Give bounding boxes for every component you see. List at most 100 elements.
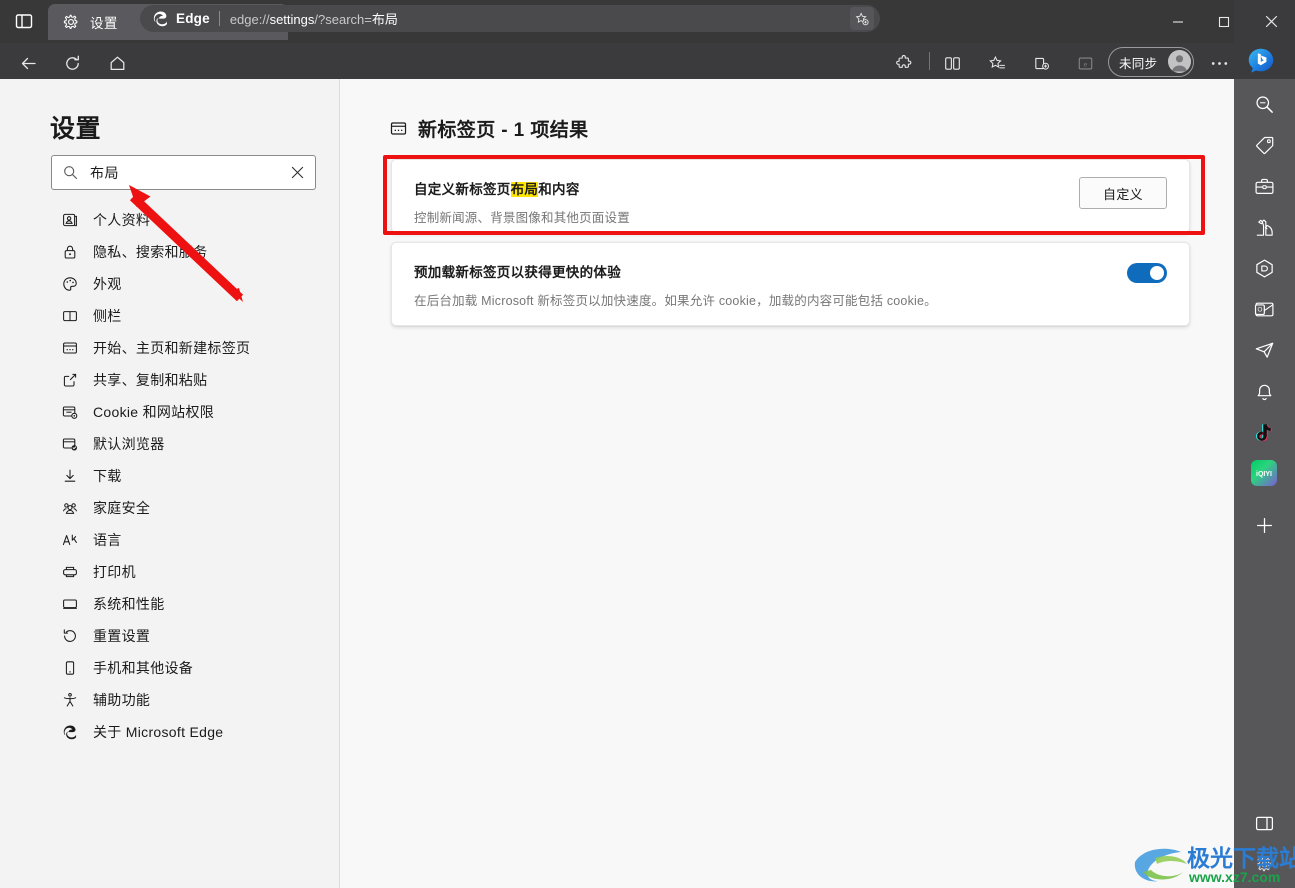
sidebar-item-about-edge[interactable]: 关于 Microsoft Edge xyxy=(51,716,331,748)
extensions-icon[interactable] xyxy=(888,47,920,79)
search-input-value: 布局 xyxy=(90,164,119,181)
sidebar-item-label: 打印机 xyxy=(93,564,136,580)
sidebar-item-label: 外观 xyxy=(93,276,122,292)
settings-nav-list: 个人资料 隐私、搜索和服务 外观 侧栏 开始、主页和新建标签页 共享、复制和粘贴… xyxy=(51,204,331,748)
settings-content-pane: 新标签页 - 1 项结果 自定义新标签页布局和内容 控制新闻源、背景图像和其他页… xyxy=(340,79,1234,888)
row-title-after: 和内容 xyxy=(538,182,580,197)
tools-icon[interactable] xyxy=(1248,170,1280,202)
toolbar-divider xyxy=(929,52,930,70)
sidebar-item-label: 手机和其他设备 xyxy=(93,660,194,676)
sidebar-item-label: Cookie 和网站权限 xyxy=(93,404,215,420)
profile-label: 未同步 xyxy=(1119,56,1158,71)
sidebar-item-label: 辅助功能 xyxy=(93,692,151,708)
sidebar-item-label: 重置设置 xyxy=(93,628,151,644)
sidebar-item-family-safety[interactable]: 家庭安全 xyxy=(51,492,331,524)
tiktok-icon[interactable] xyxy=(1248,416,1280,448)
row-title-before: 自定义新标签页 xyxy=(414,182,511,197)
sidebar-item-appearance[interactable]: 外观 xyxy=(51,268,331,300)
search-icon xyxy=(63,165,78,180)
table-row: 预加载新标签页以获得更快的体验 在后台加载 Microsoft 新标签页以加快速… xyxy=(392,243,1189,328)
profile-button[interactable]: 未同步 xyxy=(1108,47,1194,77)
toggle-knob xyxy=(1150,266,1164,280)
split-screen-icon[interactable] xyxy=(936,47,968,79)
family-icon xyxy=(61,499,79,517)
sidebar-item-start-home-newtab[interactable]: 开始、主页和新建标签页 xyxy=(51,332,331,364)
minimize-button[interactable] xyxy=(1155,0,1201,43)
sidebar-item-accessibility[interactable]: 辅助功能 xyxy=(51,684,331,716)
url-prefix: edge:// xyxy=(229,12,270,27)
tab-title: 设置 xyxy=(90,16,118,31)
sidebar-item-printers[interactable]: 打印机 xyxy=(51,556,331,588)
collections-icon[interactable] xyxy=(1025,47,1057,79)
drop-icon[interactable] xyxy=(1248,252,1280,284)
svg-text:e: e xyxy=(1083,59,1087,68)
iqiyi-icon[interactable]: iQIYI xyxy=(1248,457,1280,489)
iqiyi-logo: iQIYI xyxy=(1251,460,1277,486)
content-header: 新标签页 - 1 项结果 xyxy=(390,115,589,142)
sidebar-item-sidebar[interactable]: 侧栏 xyxy=(51,300,331,332)
page-title: 设置 xyxy=(50,115,102,143)
clear-icon[interactable] xyxy=(286,161,308,183)
accessibility-icon xyxy=(61,691,79,709)
phone-icon xyxy=(61,659,79,677)
refresh-button[interactable] xyxy=(56,47,88,79)
address-bar[interactable]: Edge edge://settings/?search=布局 xyxy=(140,5,880,32)
row-title: 预加载新标签页以获得更快的体验 xyxy=(414,265,621,280)
svg-text:iQIYI: iQIYI xyxy=(1256,471,1272,478)
sidebar-item-privacy[interactable]: 隐私、搜索和服务 xyxy=(51,236,331,268)
paper-plane-icon[interactable] xyxy=(1248,334,1280,366)
language-icon xyxy=(61,531,79,549)
customize-button[interactable]: 自定义 xyxy=(1079,177,1167,209)
add-sidebar-app-button[interactable] xyxy=(1248,509,1280,541)
maximize-button[interactable] xyxy=(1201,0,1247,43)
sidebar-item-downloads[interactable]: 下载 xyxy=(51,460,331,492)
url-query: 布局 xyxy=(371,12,398,27)
edge-sidebar: O iQIYI xyxy=(1234,79,1295,888)
row-subtitle: 在后台加载 Microsoft 新标签页以加快速度。如果允许 cookie，加载… xyxy=(414,294,937,308)
sidebar-item-phone-devices[interactable]: 手机和其他设备 xyxy=(51,652,331,684)
search-icon[interactable] xyxy=(1248,88,1280,120)
add-favorite-icon[interactable] xyxy=(850,7,874,30)
printer-icon xyxy=(61,563,79,581)
copilot-bing-icon[interactable] xyxy=(1246,46,1276,76)
watermark-text-cn: 极光下载站 xyxy=(1187,845,1295,871)
row-subtitle: 控制新闻源、背景图像和其他页面设置 xyxy=(414,211,630,225)
sidebar-item-profile[interactable]: 个人资料 xyxy=(51,204,331,236)
back-button[interactable] xyxy=(12,47,44,79)
home-button[interactable] xyxy=(101,47,133,79)
preload-newtab-toggle[interactable] xyxy=(1127,263,1167,283)
favorites-list-icon[interactable] xyxy=(981,47,1013,79)
url-mid: /?search= xyxy=(314,12,372,27)
watermark: 极光下载站 www.xz7.com xyxy=(1134,845,1295,885)
avatar-icon xyxy=(1168,49,1191,73)
sidebar-item-label: 家庭安全 xyxy=(93,500,151,516)
sidebar-item-label: 开始、主页和新建标签页 xyxy=(93,340,251,356)
download-icon xyxy=(61,467,79,485)
sidebar-item-reset-settings[interactable]: 重置设置 xyxy=(51,620,331,652)
omnibox-separator xyxy=(218,11,220,26)
search-input[interactable]: 布局 xyxy=(51,155,316,190)
lock-icon xyxy=(61,243,79,261)
sidebar-item-label: 系统和性能 xyxy=(93,596,165,612)
sidebar-panel-icon[interactable] xyxy=(1248,807,1280,839)
sidebar-item-system-performance[interactable]: 系统和性能 xyxy=(51,588,331,620)
sidebar-item-label: 默认浏览器 xyxy=(93,436,165,452)
newtab-icon xyxy=(61,339,79,357)
setting-card-preload-newtab: 预加载新标签页以获得更快的体验 在后台加载 Microsoft 新标签页以加快速… xyxy=(391,242,1190,326)
outlook-icon[interactable]: O xyxy=(1248,293,1280,325)
sidebar-item-default-browser[interactable]: 默认浏览器 xyxy=(51,428,331,460)
more-options-button[interactable] xyxy=(1203,47,1235,79)
edge-logo-icon xyxy=(152,10,169,27)
profile-icon xyxy=(61,211,79,229)
sidebar-item-cookies[interactable]: Cookie 和网站权限 xyxy=(51,396,331,428)
sidebar-item-share-copy-paste[interactable]: 共享、复制和粘贴 xyxy=(51,364,331,396)
tab-actions-icon[interactable] xyxy=(8,6,40,36)
table-row: 自定义新标签页布局和内容 控制新闻源、背景图像和其他页面设置 自定义 xyxy=(392,160,1189,245)
sidebar-item-languages[interactable]: 语言 xyxy=(51,524,331,556)
bell-icon[interactable] xyxy=(1248,375,1280,407)
omnibox-url[interactable]: edge://settings/?search=布局 xyxy=(230,9,398,28)
close-window-button[interactable] xyxy=(1247,0,1295,43)
shopping-tag-icon[interactable] xyxy=(1248,129,1280,161)
games-icon[interactable] xyxy=(1248,211,1280,243)
settings-page: 设置 布局 个人资料 隐私、搜索和服务 外观 侧栏 开始、主页和新建标签页 共享… xyxy=(0,79,1234,888)
